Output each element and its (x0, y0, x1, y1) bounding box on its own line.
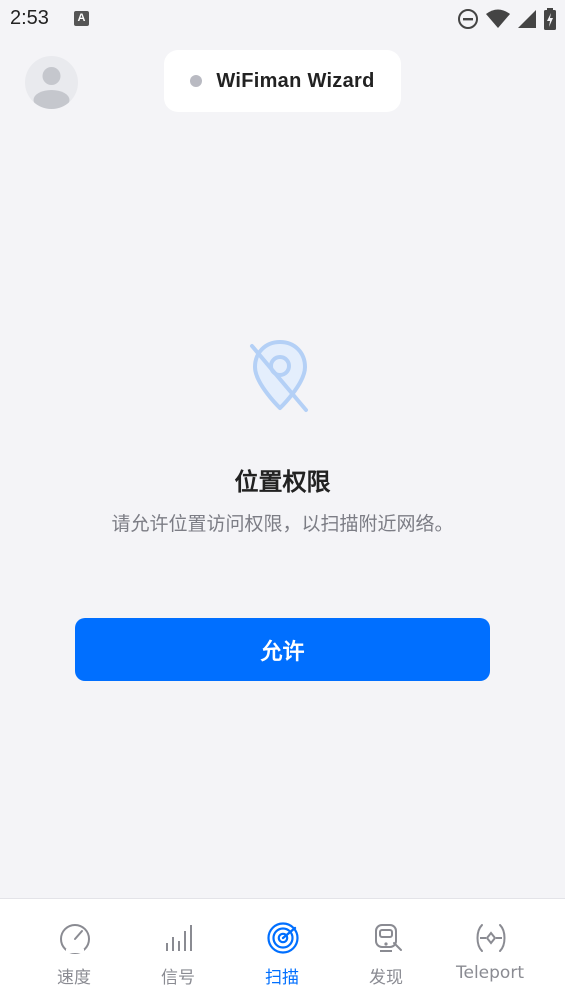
device-search-icon (375, 924, 402, 952)
wifi-icon (486, 9, 510, 28)
permission-description: 请允许位置访问权限，以扫描附近网络。 (111, 513, 454, 535)
status-bar: 2:53 A (0, 0, 565, 38)
permission-title: 位置权限 (234, 468, 331, 496)
do-not-disturb-icon (458, 9, 478, 29)
tab-speed[interactable]: 速度 (22, 899, 126, 1005)
user-icon (33, 67, 70, 109)
radar-icon (267, 922, 299, 954)
battery-charging-icon (544, 8, 556, 30)
page-title: WiFiman Wizard (216, 69, 375, 92)
cell-signal-icon (518, 10, 536, 28)
tab-speed-label: 速度 (57, 968, 91, 988)
tab-teleport[interactable]: Teleport (438, 899, 542, 1005)
allow-button[interactable]: 允许 (75, 618, 490, 681)
bottom-nav: 速度 信号 扫描 发现 Teleport (0, 898, 565, 1005)
tab-signal[interactable]: 信号 (126, 899, 230, 1005)
tab-scan[interactable]: 扫描 (230, 899, 334, 1005)
status-icons (457, 6, 557, 32)
speedometer-icon (60, 924, 90, 954)
tab-signal-label: 信号 (161, 968, 195, 988)
avatar[interactable] (25, 56, 78, 109)
location-off-icon (250, 340, 308, 412)
notification-badge-icon: A (74, 11, 89, 26)
connection-status-dot (190, 75, 203, 87)
tab-discover-label: 发现 (369, 968, 403, 988)
tab-teleport-label: Teleport (456, 963, 524, 983)
status-time: 2:53 (10, 7, 49, 29)
signal-bars-icon (166, 925, 192, 951)
tab-scan-label: 扫描 (265, 968, 299, 988)
network-title-pill[interactable]: WiFiman Wizard (164, 50, 401, 112)
tab-discover[interactable]: 发现 (334, 899, 438, 1005)
teleport-icon (476, 924, 506, 952)
